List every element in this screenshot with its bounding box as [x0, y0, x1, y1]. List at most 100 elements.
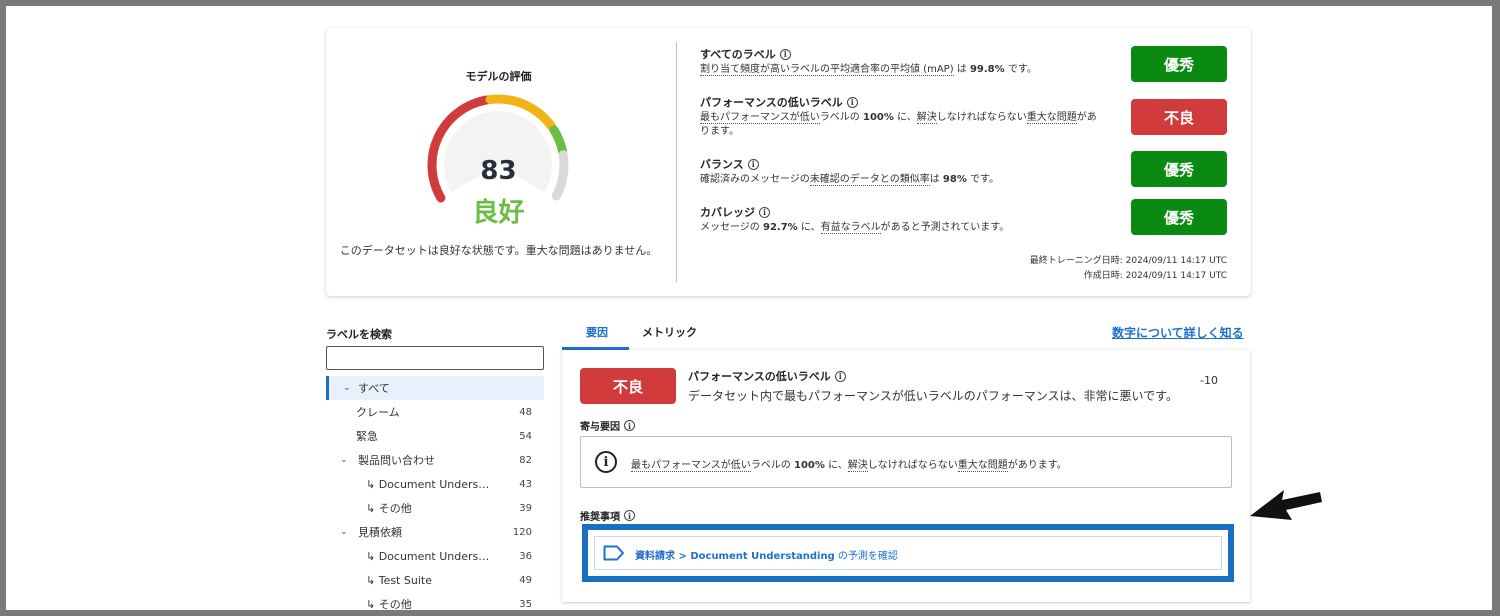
label-search-input[interactable] [326, 346, 544, 370]
tree-item[interactable]: クレーム 48 [326, 400, 544, 424]
tree-item-count: 36 [519, 550, 532, 562]
metric-title: バランス [700, 158, 744, 171]
tree-item-label: ↳ その他 [366, 502, 412, 515]
critical-issue-term[interactable]: 重大な問題 [957, 460, 1008, 472]
tree-item-label: 緊急 [356, 430, 378, 443]
desc-text: があると予測されています。 [880, 222, 1010, 233]
factor-description: データセット内で最もパフォーマンスが低いラベルのパフォーマンスは、非常に悪いです… [688, 389, 1178, 403]
model-rating-card: モデルの評価 83 良好 このデータセットは良好な状態です。重大な問題はありませ… [326, 28, 1251, 296]
gauge-title: モデルの評価 [465, 70, 532, 83]
tree-item[interactable]: ↳ Document Understan... 36 [326, 544, 544, 568]
metric-value: 99.8% [969, 64, 1005, 75]
gauge-grade: 良好 [472, 198, 525, 228]
chevron-down-icon[interactable]: ⌄ [340, 527, 348, 537]
recommendation-link[interactable]: 資料請求 > Document Understanding の予測を確認 [635, 547, 898, 562]
recommendation-highlight: 資料請求 > Document Understanding の予測を確認 [582, 524, 1234, 582]
tree-item-count: 120 [512, 526, 532, 538]
desc-text: ラベルの [750, 460, 794, 471]
metric-value: 100% [863, 112, 894, 123]
info-icon[interactable]: i [846, 96, 858, 108]
tree-item[interactable]: ⌄ すべて [326, 376, 544, 400]
chevron-down-icon[interactable]: ⌄ [343, 383, 351, 393]
factor-title: パフォーマンスの低いラベル [688, 370, 831, 383]
desc-text: 確認済みのメッセージの [700, 174, 810, 185]
tree-item-label: すべて [358, 382, 390, 395]
tree-item-label: 見積依頼 [358, 526, 402, 539]
tree-item[interactable]: ↳ Test Suite 49 [326, 568, 544, 592]
info-icon[interactable]: i [779, 48, 791, 60]
recommendations-title: 推奨事項 [580, 512, 620, 523]
similarity-term[interactable]: 未確認のデータとの類似率 [809, 174, 930, 186]
tab-metrics[interactable]: メトリック [642, 324, 697, 340]
recommendation-item[interactable]: 資料請求 > Document Understanding の予測を確認 [594, 536, 1222, 570]
tab-factors[interactable]: 要因 [586, 324, 608, 340]
info-icon[interactable]: i [624, 510, 635, 521]
recommendation-link-label[interactable]: 資料請求 > Document Understanding [635, 551, 835, 562]
map-term[interactable]: 割り当て頻度が高いラベルの平均適合率の平均値 (mAP) [700, 64, 954, 76]
info-circle-icon: i [595, 451, 617, 473]
factor-detail-card: 不良 パフォーマンスの低いラベル i データセット内で最もパフォーマンスが低いラ… [562, 350, 1250, 602]
metric-description: メッセージの 92.7% に、有益なラベルがあると予測されています。 [700, 221, 1120, 235]
tree-item-label: 製品問い合わせ [358, 454, 435, 467]
tree-item-count: 35 [519, 598, 532, 610]
low-performing-term[interactable]: 最もパフォーマンスが低い [700, 112, 820, 124]
critical-issue-term[interactable]: 重大な問題 [1026, 112, 1077, 124]
tree-item[interactable]: ⌄ 見積依頼 120 [326, 520, 544, 544]
metric-value: 92.7% [762, 222, 798, 233]
tree-item-count: 54 [519, 430, 532, 442]
factor-value: 100% [794, 460, 825, 471]
info-icon[interactable]: i [834, 370, 846, 382]
metric-description: 割り当て頻度が高いラベルの平均適合率の平均値 (mAP) は 99.8% です。 [700, 63, 1120, 77]
tree-item[interactable]: 緊急 54 [326, 424, 544, 448]
desc-text: があ [1076, 112, 1097, 123]
grade-badge-low-performing: 不良 [1131, 99, 1227, 135]
gauge-description: このデータセットは良好な状態です。重大な問題はありません。 [339, 244, 658, 257]
desc-text: メッセージの [700, 222, 763, 233]
tree-item-count: 43 [519, 478, 532, 490]
tree-item[interactable]: ↳ その他 35 [326, 592, 544, 610]
metric-balance: バランス i 確認済みのメッセージの未確認のデータとの類似率は 98% です。 [700, 156, 1120, 187]
desc-text: ります。 [700, 126, 739, 137]
desc-text: があります。 [1007, 460, 1067, 471]
chevron-down-icon[interactable]: ⌄ [340, 455, 348, 465]
info-icon[interactable]: i [759, 206, 770, 218]
desc-text: です。 [966, 174, 1000, 185]
desc-text: しなければならない [936, 112, 1027, 123]
last-training-time: 最終トレーニング日時: 2024/09/11 14:17 UTC [1029, 256, 1227, 266]
tree-item-count: 82 [519, 454, 532, 466]
desc-text: に、 [797, 222, 821, 233]
metric-value: 98% [942, 174, 967, 185]
resolve-term[interactable]: 解決 [847, 460, 868, 472]
gauge-score: 83 [480, 156, 517, 186]
factor-score: -10 [1200, 374, 1218, 387]
tree-item-label: ↳ その他 [366, 598, 412, 610]
useful-label-term[interactable]: 有益なラベル [820, 222, 881, 234]
timestamps: 最終トレーニング日時: 2024/09/11 14:17 UTC 作成日時: 2… [1030, 254, 1227, 284]
metric-title: すべてのラベル [700, 48, 776, 61]
desc-text: しなければならない [867, 460, 958, 471]
factor-title-row: パフォーマンスの低いラベル i [688, 368, 846, 384]
contributing-factors-title: 寄与要因 [580, 422, 620, 433]
desc-text: です。 [1004, 64, 1037, 75]
tree-item[interactable]: ↳ その他 39 [326, 496, 544, 520]
label-tree: ⌄ すべてクレーム 48 緊急 54 ⌄ 製品問い合わせ 82 ↳ Document Under… [326, 376, 544, 610]
tree-item-label: ↳ Document Understan... [366, 549, 491, 563]
learn-more-link[interactable]: 数字について詳しく知る [1112, 324, 1244, 341]
grade-badge-all-labels: 優秀 [1131, 46, 1227, 82]
tree-item[interactable]: ⌄ 製品問い合わせ 82 [326, 448, 544, 472]
info-icon[interactable]: i [747, 158, 759, 170]
recommendation-link-suffix[interactable]: の予測を確認 [835, 551, 898, 562]
search-label: ラベルを検索 [326, 328, 392, 341]
metric-description: 確認済みのメッセージの未確認のデータとの類似率は 98% です。 [700, 173, 1120, 187]
desc-text: ラベルの [819, 112, 863, 123]
metric-title: カバレッジ [700, 206, 755, 219]
resolve-term[interactable]: 解決 [916, 112, 937, 124]
tree-item-count: 39 [519, 502, 532, 514]
vertical-divider [676, 42, 677, 282]
tree-item[interactable]: ↳ Document Understan... 43 [326, 472, 544, 496]
created-time: 作成日時: 2024/09/11 14:17 UTC [1083, 271, 1227, 281]
contributing-factors-title-row: 寄与要因 i [580, 418, 635, 433]
info-icon[interactable]: i [624, 420, 635, 431]
desc-text: に、 [893, 112, 917, 123]
low-performing-term[interactable]: 最もパフォーマンスが低い [631, 460, 751, 472]
